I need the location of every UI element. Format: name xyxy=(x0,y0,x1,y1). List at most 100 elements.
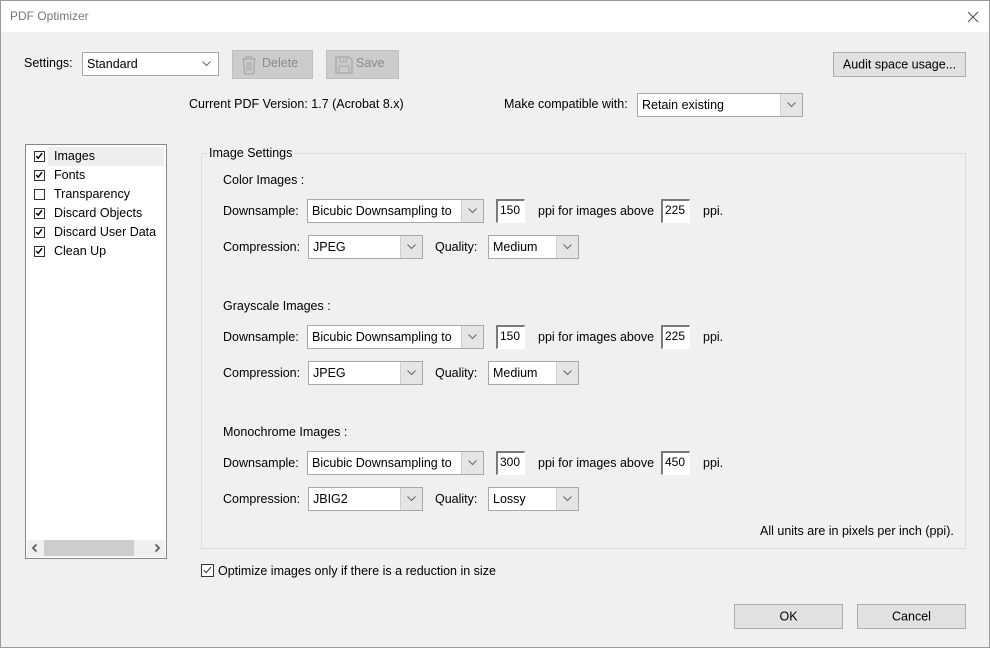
panel-item-label: Discard Objects xyxy=(54,206,143,220)
panel-item-images[interactable]: Images xyxy=(28,147,164,166)
settings-select[interactable]: Standard xyxy=(82,52,219,76)
cancel-button[interactable]: Cancel xyxy=(857,604,966,629)
settings-value: Standard xyxy=(87,57,138,71)
ok-label: OK xyxy=(779,608,798,623)
chevron-down-icon xyxy=(196,53,218,75)
optimize-only-if-smaller-checkbox[interactable] xyxy=(201,564,214,577)
monochrome-quality-value: Lossy xyxy=(493,492,526,506)
grayscale-quality-value: Medium xyxy=(493,366,538,380)
chevron-down-icon xyxy=(461,200,483,222)
checkbox-clean-up[interactable] xyxy=(34,246,45,257)
checkbox-discard-user-data[interactable] xyxy=(34,227,45,238)
compression-label: Compression: xyxy=(223,240,301,254)
panel-item-clean-up[interactable]: Clean Up xyxy=(28,242,164,261)
monochrome-compression-select[interactable]: JBIG2 xyxy=(308,487,423,511)
color-downsample-value: Bicubic Downsampling to xyxy=(312,204,452,218)
panel-item-discard-objects[interactable]: Discard Objects xyxy=(28,204,164,223)
chevron-down-icon xyxy=(780,94,802,116)
quality-label: Quality: xyxy=(435,366,478,380)
panel-item-fonts[interactable]: Fonts xyxy=(28,166,164,185)
checkbox-fonts[interactable] xyxy=(34,170,45,181)
color-quality-select[interactable]: Medium xyxy=(488,235,579,259)
grayscale-target-ppi-input[interactable]: 150 xyxy=(496,325,525,349)
checkmark-icon xyxy=(203,566,212,574)
monochrome-compression-value: JBIG2 xyxy=(313,492,348,506)
chevron-down-icon xyxy=(400,236,422,258)
chevron-down-icon xyxy=(556,362,578,384)
downsample-label: Downsample: xyxy=(223,330,299,344)
scroll-left-icon[interactable] xyxy=(30,543,40,553)
audit-space-usage-button[interactable]: Audit space usage... xyxy=(833,52,966,77)
panel-list: Images Fonts Transparency Discard Object… xyxy=(25,144,167,559)
pdf-optimizer-dialog: PDF Optimizer Settings: Standard Delete … xyxy=(0,0,990,648)
monochrome-downsample-select[interactable]: Bicubic Downsampling to xyxy=(307,451,484,475)
make-compatible-label: Make compatible with: xyxy=(504,97,628,111)
units-note: All units are in pixels per inch (ppi). xyxy=(760,524,954,538)
monochrome-target-ppi-input[interactable]: 300 xyxy=(496,451,525,475)
grayscale-quality-select[interactable]: Medium xyxy=(488,361,579,385)
save-label: Save xyxy=(356,56,385,70)
checkbox-discard-objects[interactable] xyxy=(34,208,45,219)
panel-item-discard-user-data[interactable]: Discard User Data xyxy=(28,223,164,242)
close-icon xyxy=(967,11,979,23)
title-bar: PDF Optimizer xyxy=(1,1,989,32)
delete-label: Delete xyxy=(262,56,299,70)
grayscale-images-heading: Grayscale Images : xyxy=(223,299,331,313)
color-above-ppi-input[interactable]: 225 xyxy=(661,199,690,223)
panel-item-label: Discard User Data xyxy=(54,225,157,239)
ppi-label: ppi. xyxy=(703,456,724,470)
close-button[interactable] xyxy=(963,7,983,27)
monochrome-images-heading: Monochrome Images : xyxy=(223,425,348,439)
grayscale-compression-value: JPEG xyxy=(313,366,346,380)
quality-label: Quality: xyxy=(435,240,478,254)
grayscale-compression-select[interactable]: JPEG xyxy=(308,361,423,385)
color-quality-value: Medium xyxy=(493,240,538,254)
settings-label: Settings: xyxy=(24,56,73,70)
compression-label: Compression: xyxy=(223,492,301,506)
audit-label: Audit space usage... xyxy=(842,56,957,71)
monochrome-downsample-value: Bicubic Downsampling to xyxy=(312,456,452,470)
downsample-label: Downsample: xyxy=(223,204,299,218)
panel-item-transparency[interactable]: Transparency xyxy=(28,185,164,204)
checkbox-images[interactable] xyxy=(34,151,45,162)
grayscale-above-ppi-input[interactable]: 225 xyxy=(661,325,690,349)
color-images-heading: Color Images : xyxy=(223,173,305,187)
chevron-down-icon xyxy=(400,362,422,384)
downsample-label: Downsample: xyxy=(223,456,299,470)
ppi-above-label: ppi for images above xyxy=(538,330,655,344)
quality-label: Quality: xyxy=(435,492,478,506)
grayscale-downsample-value: Bicubic Downsampling to xyxy=(312,330,452,344)
monochrome-quality-select[interactable]: Lossy xyxy=(488,487,579,511)
delete-button[interactable]: Delete xyxy=(232,50,313,79)
ppi-label: ppi. xyxy=(703,204,724,218)
monochrome-above-ppi-input[interactable]: 450 xyxy=(661,451,690,475)
scrollbar-thumb[interactable] xyxy=(44,540,134,556)
color-target-ppi-input[interactable]: 150 xyxy=(496,199,525,223)
ppi-above-label: ppi for images above xyxy=(538,456,655,470)
color-downsample-select[interactable]: Bicubic Downsampling to xyxy=(307,199,484,223)
chevron-down-icon xyxy=(400,488,422,510)
scroll-right-icon[interactable] xyxy=(152,543,162,553)
panel-item-label: Transparency xyxy=(54,187,130,201)
optimize-only-if-smaller-label[interactable]: Optimize images only if there is a reduc… xyxy=(218,564,496,578)
panel-item-label: Fonts xyxy=(54,168,86,182)
ppi-label: ppi. xyxy=(703,330,724,344)
compression-label: Compression: xyxy=(223,366,301,380)
color-compression-value: JPEG xyxy=(313,240,346,254)
trash-icon xyxy=(242,56,256,75)
horizontal-scrollbar[interactable] xyxy=(27,540,165,557)
panel-item-label: Images xyxy=(54,149,95,163)
cancel-label: Cancel xyxy=(892,608,931,623)
make-compatible-select[interactable]: Retain existing xyxy=(637,93,803,117)
floppy-disk-icon xyxy=(335,56,353,74)
ppi-above-label: ppi for images above xyxy=(538,204,655,218)
chevron-down-icon xyxy=(556,488,578,510)
checkbox-transparency[interactable] xyxy=(34,189,45,200)
panel-item-label: Clean Up xyxy=(54,244,107,258)
grayscale-downsample-select[interactable]: Bicubic Downsampling to xyxy=(307,325,484,349)
chevron-down-icon xyxy=(461,326,483,348)
current-pdf-version: Current PDF Version: 1.7 (Acrobat 8.x) xyxy=(189,97,404,111)
color-compression-select[interactable]: JPEG xyxy=(308,235,423,259)
ok-button[interactable]: OK xyxy=(734,604,843,629)
save-button[interactable]: Save xyxy=(326,50,399,79)
